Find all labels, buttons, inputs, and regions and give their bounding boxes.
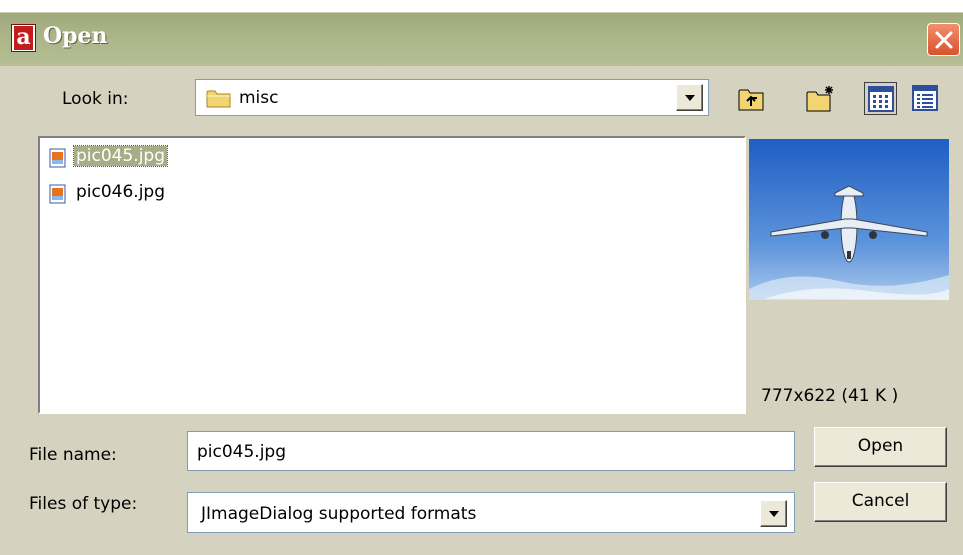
airplane-preview-image [749, 139, 949, 300]
up-one-level-button[interactable] [734, 82, 767, 115]
app-icon: a [11, 24, 36, 52]
close-icon [935, 31, 953, 49]
image-file-icon [49, 148, 66, 168]
file-name: pic046.jpg [76, 182, 166, 202]
file-type-value: JImageDialog supported formats [201, 504, 477, 524]
open-button[interactable]: Open [814, 427, 947, 467]
title-bar[interactable]: a Open [0, 12, 963, 66]
look-in-dropdown-button[interactable] [676, 84, 703, 111]
window-title: Open [43, 23, 108, 49]
file-type-label: Files of type: [29, 494, 138, 514]
look-in-label: Look in: [62, 89, 129, 109]
file-type-combo[interactable]: JImageDialog supported formats [187, 492, 795, 533]
folder-icon [206, 90, 231, 108]
close-button[interactable] [927, 23, 960, 56]
cancel-button[interactable]: Cancel [814, 482, 947, 522]
up-one-level-icon [738, 89, 764, 111]
open-dialog: a Open Look in: misc pic045.jpg pic046.j… [0, 0, 963, 555]
file-name: pic045.jpg [72, 145, 169, 167]
details-view-icon [912, 85, 938, 111]
details-view-button[interactable] [909, 82, 942, 115]
file-type-dropdown-button[interactable] [760, 500, 787, 527]
new-folder-icon [806, 86, 833, 112]
file-name-input[interactable]: pic045.jpg [187, 431, 795, 471]
new-folder-button[interactable] [803, 82, 836, 115]
top-strip [0, 0, 963, 12]
image-preview [749, 139, 949, 300]
preview-info: 777x622 (41 K ) [761, 386, 899, 406]
file-name-label: File name: [29, 445, 117, 465]
file-list[interactable]: pic045.jpg pic046.jpg [38, 136, 746, 414]
image-file-icon [49, 184, 66, 204]
look-in-value: misc [239, 88, 279, 108]
list-view-icon [868, 86, 894, 112]
file-name-value: pic045.jpg [197, 442, 287, 462]
look-in-combo[interactable]: misc [195, 79, 709, 116]
list-view-button[interactable] [864, 82, 897, 115]
